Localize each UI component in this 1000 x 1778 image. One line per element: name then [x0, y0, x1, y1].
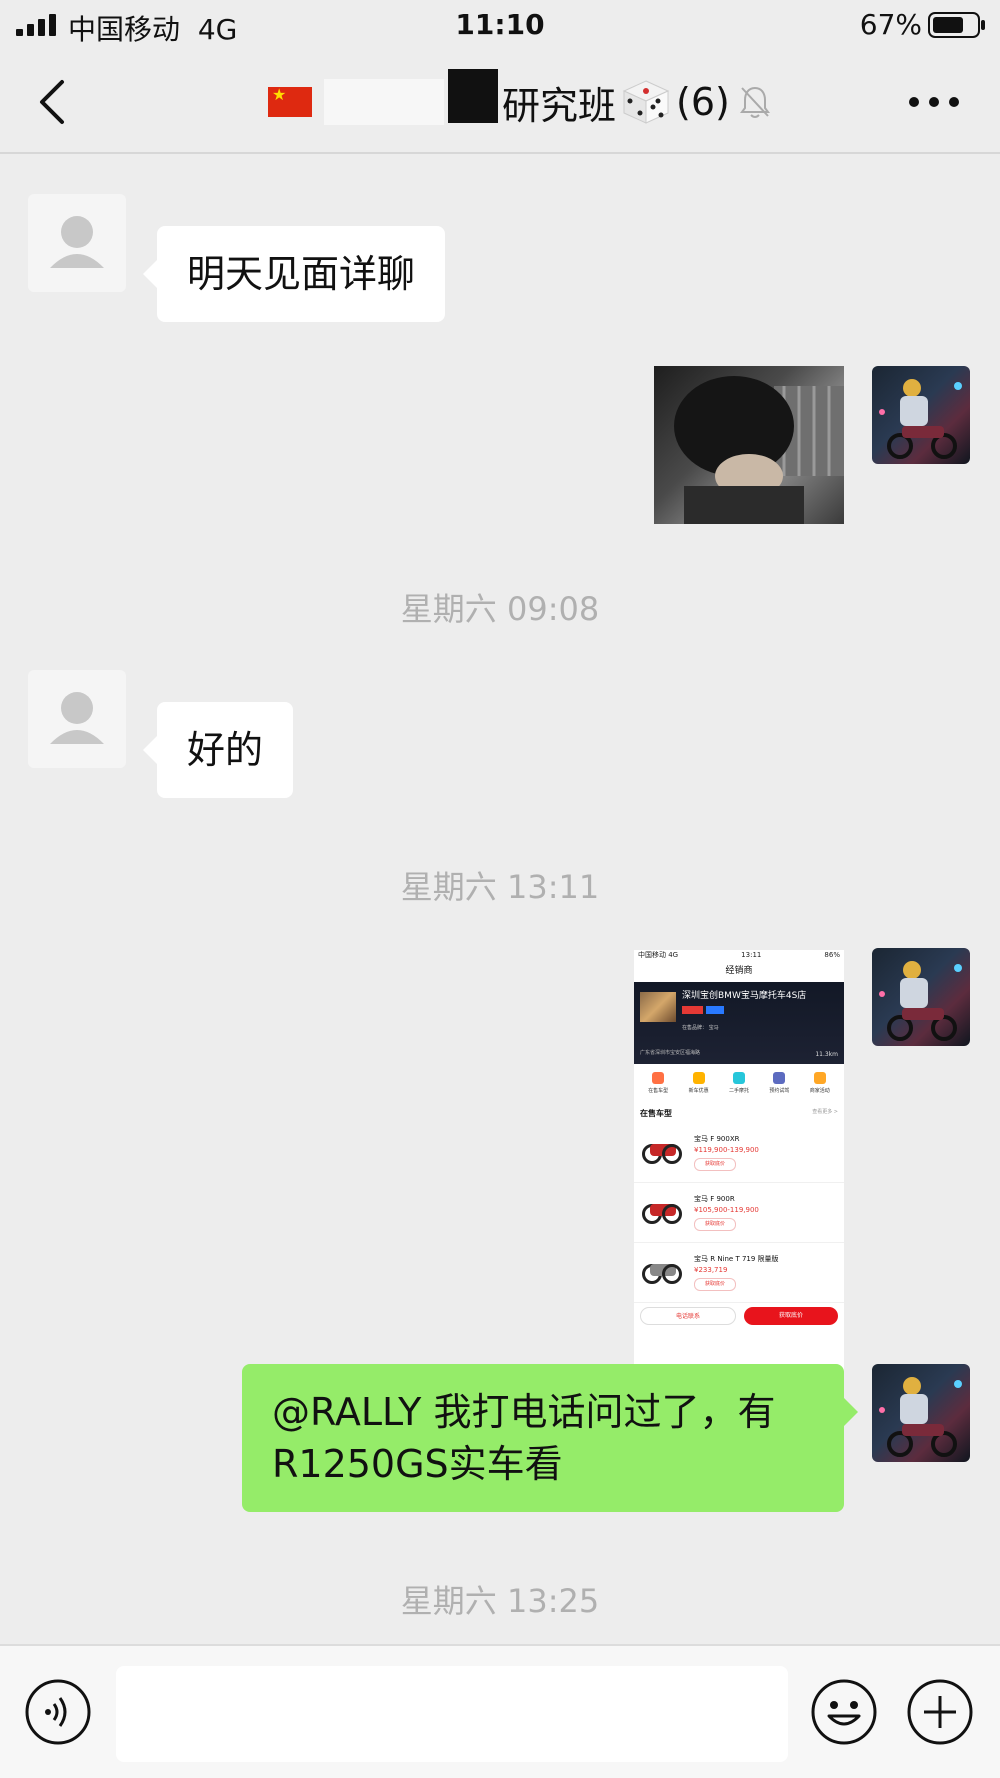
- input-bar: [0, 1644, 1000, 1778]
- models-icon: [652, 1072, 665, 1084]
- model-quote-button: 获取底价: [694, 1158, 737, 1171]
- shot-section-header: 在售车型 查看更多 >: [634, 1104, 844, 1123]
- shot-bottom-bar: 电话联系 获取底价: [634, 1303, 844, 1329]
- shot-model-item: 宝马 F 900XR ¥119,900-139,900 获取底价: [634, 1123, 844, 1183]
- sticker-photo: [674, 376, 844, 524]
- shot-call-button: 电话联系: [640, 1307, 736, 1325]
- battery-icon: [928, 12, 985, 38]
- model-price: ¥105,900-119,900: [694, 1206, 759, 1214]
- plus-icon[interactable]: [906, 1678, 974, 1746]
- shot-carrier: 中国移动 4G: [638, 951, 679, 959]
- message-bubble[interactable]: 好的: [142, 702, 294, 798]
- back-icon[interactable]: [28, 76, 78, 128]
- shot-store-banner: 深圳宝创BMW宝马摩托车4S店 在售品牌： 宝马 广东省深圳市宝安区福海路 11…: [634, 982, 844, 1064]
- store-address: 广东省深圳市宝安区福海路: [640, 1050, 701, 1056]
- avatar[interactable]: [28, 670, 126, 768]
- chat-title[interactable]: 研究班 (6): [268, 69, 772, 128]
- motorcycle-icon: [640, 1262, 684, 1284]
- message-text: 明天见面详聊: [187, 252, 416, 296]
- timestamp: 星期六 13:11: [400, 868, 600, 906]
- shot-model-item: 宝马 R Nine T 719 限量版 ¥233,719 获取底价: [634, 1243, 844, 1303]
- store-tags: [682, 1006, 752, 1014]
- timestamp: 星期六 13:25: [400, 1582, 600, 1620]
- emoji-icon[interactable]: [810, 1678, 878, 1746]
- image-message[interactable]: [654, 366, 844, 524]
- avatar[interactable]: [28, 194, 126, 292]
- message-text: 好的: [187, 728, 264, 772]
- mute-bell-icon: [739, 86, 770, 118]
- model-quote-button: 获取底价: [694, 1278, 737, 1291]
- shot-icon-item: 在售车型: [644, 1072, 672, 1104]
- message-bubble[interactable]: 明天见面详聊: [142, 226, 446, 322]
- shot-section-title: 在售车型: [640, 1109, 672, 1118]
- store-distance: 11.3km: [815, 1051, 838, 1058]
- self-avatar[interactable]: [872, 1364, 970, 1462]
- model-price: ¥233,719: [694, 1266, 728, 1274]
- shot-battery: 86%: [824, 951, 840, 959]
- self-avatar[interactable]: [872, 366, 970, 464]
- self-avatar[interactable]: [872, 948, 970, 1046]
- shot-page-title: 经销商: [725, 966, 753, 976]
- shot-icon-item: 新车优惠: [685, 1072, 713, 1104]
- events-icon: [813, 1072, 826, 1084]
- store-photo: [640, 992, 676, 1022]
- group-name: 研究班: [502, 83, 617, 128]
- china-flag-icon: [268, 87, 312, 117]
- message-input[interactable]: [116, 1666, 788, 1762]
- battery-percent: 67%: [859, 8, 922, 41]
- shot-time: 13:11: [741, 951, 762, 959]
- timestamp: 星期六 09:08: [400, 590, 600, 628]
- dice-icon: [622, 80, 670, 124]
- store-brand: 在售品牌： 宝马: [682, 1025, 719, 1031]
- voice-icon[interactable]: [24, 1678, 92, 1746]
- chat-area[interactable]: 明天见面详聊 星期六 09:08 好的 星期六 13:11 中国移动 4G 13…: [0, 156, 1000, 1644]
- message-text: @RALLY 我打电话问过了，有R1250GS实车看: [272, 1390, 776, 1486]
- model-name: 宝马 F 900XR: [694, 1135, 740, 1143]
- model-name: 宝马 R Nine T 719 限量版: [694, 1255, 779, 1263]
- model-price: ¥119,900-139,900: [694, 1146, 759, 1154]
- shot-icon-row: 在售车型 新车优惠 二手摩托 预约试驾 商家活动: [634, 1064, 844, 1104]
- clock: 11:10: [455, 8, 545, 41]
- used-bike-icon: [732, 1072, 745, 1084]
- shot-section-more: 查看更多 >: [812, 1109, 838, 1115]
- rider-avatar-image: [879, 379, 962, 459]
- nav-bar: 研究班 (6): [0, 50, 1000, 154]
- message-bubble[interactable]: @RALLY 我打电话问过了，有R1250GS实车看: [242, 1364, 858, 1512]
- model-name: 宝马 F 900R: [694, 1195, 735, 1203]
- rider-avatar-image: [879, 1377, 962, 1457]
- motorcycle-icon: [640, 1142, 684, 1164]
- shot-icon-item: 预约试驾: [765, 1072, 793, 1104]
- shot-icon-item: 商家活动: [806, 1072, 834, 1104]
- model-quote-button: 获取底价: [694, 1218, 737, 1231]
- default-avatar-icon: [50, 692, 104, 744]
- redacted-area: [324, 79, 444, 125]
- store-name: 深圳宝创BMW宝马摩托车4S店: [682, 991, 807, 1001]
- discount-icon: [692, 1072, 705, 1084]
- motorcycle-icon: [640, 1202, 684, 1224]
- rider-avatar-image: [879, 961, 962, 1041]
- shot-model-item: 宝马 F 900R ¥105,900-119,900 获取底价: [634, 1183, 844, 1243]
- more-icon[interactable]: [908, 90, 960, 114]
- test-drive-icon: [773, 1072, 786, 1084]
- shot-get-price-button: 获取底价: [744, 1307, 838, 1325]
- status-bar: 中国移动 4G 11:10 67%: [0, 0, 1000, 50]
- default-avatar-icon: [50, 216, 104, 268]
- shot-status-bar: 中国移动 4G 13:11 86%: [634, 950, 844, 960]
- member-count: (6): [676, 80, 730, 124]
- redacted-area: [448, 69, 498, 123]
- shot-icon-item: 二手摩托: [725, 1072, 753, 1104]
